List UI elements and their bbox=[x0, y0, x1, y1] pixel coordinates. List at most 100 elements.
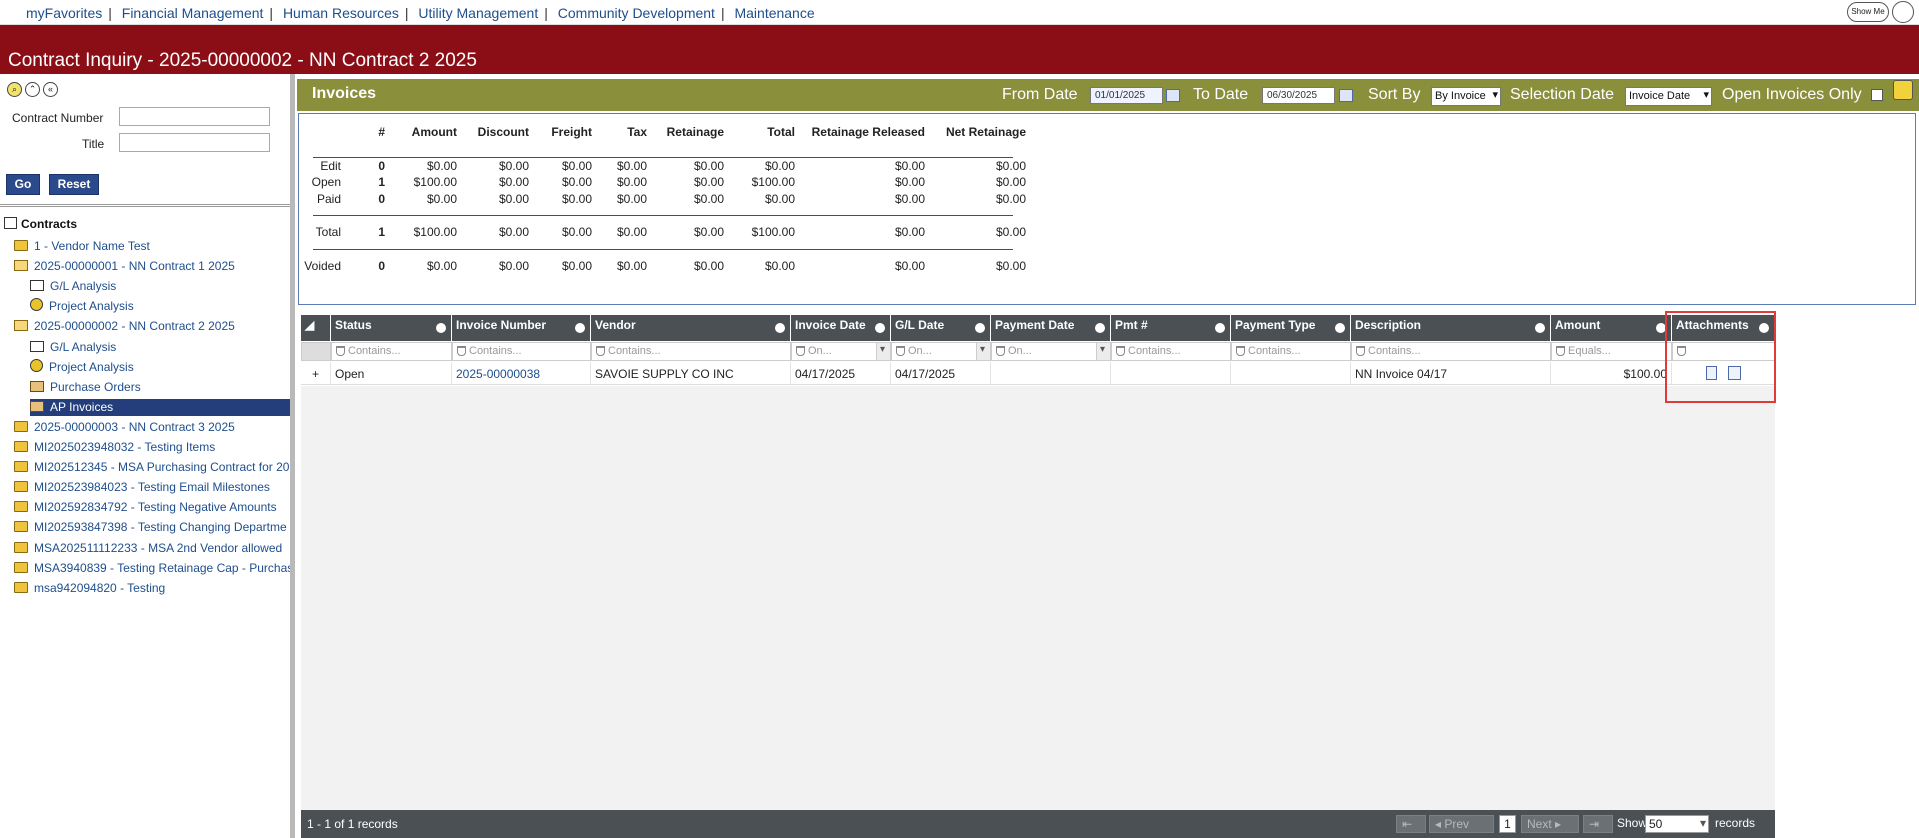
column-header[interactable]: Payment Date bbox=[991, 315, 1111, 341]
tree-item[interactable]: Project Analysis bbox=[30, 298, 134, 315]
tree-item[interactable]: 1 - Vendor Name Test bbox=[14, 238, 150, 255]
column-filter-input[interactable]: On... bbox=[991, 342, 1111, 361]
expand-row-button[interactable]: + bbox=[301, 362, 331, 385]
prev-page-button[interactable]: ◂ Prev bbox=[1429, 815, 1494, 833]
filter-icon[interactable] bbox=[1236, 346, 1245, 356]
filter-icon[interactable] bbox=[896, 346, 905, 356]
tree-item[interactable]: Purchase Orders bbox=[30, 379, 141, 396]
nav-financial-management[interactable]: Financial Management bbox=[122, 5, 264, 21]
nav-maintenance[interactable]: Maintenance bbox=[734, 5, 814, 21]
open-invoices-only-checkbox[interactable] bbox=[1871, 89, 1883, 101]
calendar-icon[interactable] bbox=[1339, 89, 1353, 102]
tree-item[interactable]: MI202512345 - MSA Purchasing Contract fo… bbox=[14, 459, 289, 476]
reset-button[interactable]: Reset bbox=[49, 174, 99, 195]
column-header[interactable]: Vendor bbox=[591, 315, 791, 341]
column-filter-input[interactable]: On... bbox=[791, 342, 891, 361]
selection-date-select[interactable]: Invoice Date bbox=[1625, 87, 1712, 106]
page-size-select[interactable]: 50 bbox=[1645, 815, 1709, 833]
gear-icon[interactable] bbox=[436, 323, 446, 333]
filter-icon[interactable] bbox=[457, 346, 466, 356]
nav-community-development[interactable]: Community Development bbox=[558, 5, 715, 21]
folder-icon bbox=[14, 542, 28, 553]
column-filter-input[interactable]: Contains... bbox=[331, 342, 452, 361]
gear-icon[interactable] bbox=[1215, 323, 1225, 333]
filter-icon[interactable] bbox=[796, 346, 805, 356]
column-header[interactable]: Pmt # bbox=[1111, 315, 1231, 341]
gear-icon[interactable] bbox=[1535, 323, 1545, 333]
tree-item[interactable]: MI202593847398 - Testing Changing Depart… bbox=[14, 519, 287, 536]
column-header[interactable]: Status bbox=[331, 315, 452, 341]
column-header[interactable]: Payment Type bbox=[1231, 315, 1351, 341]
tree-item[interactable]: MSA202511112233 - MSA 2nd Vendor allowed bbox=[14, 540, 282, 557]
filter-icon[interactable] bbox=[996, 346, 1005, 356]
nav-human-resources[interactable]: Human Resources bbox=[283, 5, 399, 21]
column-filter-input[interactable]: On... bbox=[891, 342, 991, 361]
next-page-button[interactable]: Next ▸ bbox=[1521, 815, 1579, 833]
invoice-grid: ◢ Status Contains... Invoice Number Contains… bbox=[301, 315, 1775, 838]
gear-icon[interactable] bbox=[1335, 323, 1345, 333]
gear-icon[interactable] bbox=[575, 323, 585, 333]
to-date-input[interactable]: 06/30/2025 bbox=[1262, 87, 1335, 104]
column-header[interactable]: Amount bbox=[1551, 315, 1672, 341]
gear-icon[interactable] bbox=[975, 323, 985, 333]
column-filter-input[interactable]: Contains... bbox=[1111, 342, 1231, 361]
title-input[interactable] bbox=[119, 133, 270, 152]
column-header[interactable]: Description bbox=[1351, 315, 1551, 341]
filter-dropdown-icon[interactable] bbox=[876, 343, 890, 360]
filter-icon[interactable] bbox=[1116, 346, 1125, 356]
gear-icon[interactable] bbox=[1095, 323, 1105, 333]
column-filter-input[interactable]: Contains... bbox=[452, 342, 591, 361]
go-button[interactable]: Go bbox=[6, 174, 40, 195]
tree-item[interactable]: MI202523984023 - Testing Email Milestone… bbox=[14, 479, 270, 496]
cell-invoice-number[interactable]: 2025-00000038 bbox=[452, 362, 591, 385]
filter-icon[interactable] bbox=[1356, 346, 1365, 356]
expand-all-icon[interactable]: ◢ bbox=[301, 315, 331, 341]
tree-item[interactable]: G/L Analysis bbox=[30, 339, 116, 356]
filter-dropdown-icon[interactable] bbox=[976, 343, 990, 360]
filter-icon[interactable] bbox=[1556, 346, 1565, 356]
tree-item[interactable]: MI202592834792 - Testing Negative Amount… bbox=[14, 499, 277, 516]
filter-icon[interactable] bbox=[336, 346, 345, 356]
column-header[interactable]: Invoice Date bbox=[791, 315, 891, 341]
calendar-icon[interactable] bbox=[1166, 89, 1180, 102]
show-me-button[interactable]: Show Me bbox=[1847, 2, 1889, 22]
gear-icon[interactable] bbox=[775, 323, 785, 333]
search-icon[interactable] bbox=[1892, 1, 1914, 23]
tree-item[interactable]: G/L Analysis bbox=[30, 278, 116, 295]
page-number[interactable]: 1 bbox=[1499, 815, 1516, 833]
tree-item[interactable]: MSA3940839 - Testing Retainage Cap - Pur… bbox=[14, 560, 293, 577]
notification-icon[interactable] bbox=[1893, 80, 1913, 100]
tree-item-label: G/L Analysis bbox=[50, 279, 117, 293]
column-filter-input[interactable]: Contains... bbox=[591, 342, 791, 361]
gear-icon[interactable] bbox=[875, 323, 885, 333]
from-date-input[interactable]: 01/01/2025 bbox=[1090, 87, 1163, 104]
column-header[interactable]: G/L Date bbox=[891, 315, 991, 341]
first-page-button[interactable]: ⇤ bbox=[1396, 815, 1426, 833]
collapse-left-icon[interactable]: « bbox=[43, 82, 58, 97]
summary-header: Retainage Released bbox=[811, 125, 925, 139]
tree-item[interactable]: MI2025023948032 - Testing Items bbox=[14, 439, 215, 456]
tree-item[interactable]: 2025-00000002 - NN Contract 2 2025 bbox=[14, 318, 235, 335]
tree-item[interactable]: msa942094820 - Testing bbox=[14, 580, 165, 597]
search-icon[interactable]: ⌕ bbox=[7, 82, 22, 97]
tree-root[interactable]: Contracts bbox=[4, 217, 77, 231]
tree-item[interactable]: Project Analysis bbox=[30, 359, 134, 376]
column-filter-input[interactable]: Contains... bbox=[1231, 342, 1351, 361]
tree-item[interactable]: 2025-00000001 - NN Contract 1 2025 bbox=[14, 258, 235, 275]
tree-item[interactable]: AP Invoices bbox=[30, 399, 290, 416]
contracts-icon bbox=[4, 217, 17, 229]
contract-number-input[interactable] bbox=[119, 107, 270, 126]
nav-utility-management[interactable]: Utility Management bbox=[418, 5, 538, 21]
last-page-button[interactable]: ⇥ bbox=[1583, 815, 1613, 833]
sort-by-select[interactable]: By Invoice bbox=[1431, 87, 1501, 106]
nav-myfavorites[interactable]: myFavorites bbox=[26, 5, 102, 21]
contract-number-label: Contract Number bbox=[12, 111, 104, 125]
filter-dropdown-icon[interactable] bbox=[1096, 343, 1110, 360]
filter-icon[interactable] bbox=[596, 346, 605, 356]
column-filter-input[interactable]: Equals... bbox=[1551, 342, 1672, 361]
column-filter-input[interactable]: Contains... bbox=[1351, 342, 1551, 361]
panel-splitter[interactable] bbox=[290, 74, 295, 838]
collapse-up-icon[interactable]: ⌃ bbox=[25, 82, 40, 97]
tree-item[interactable]: 2025-00000003 - NN Contract 3 2025 bbox=[14, 419, 235, 436]
column-header[interactable]: Invoice Number bbox=[452, 315, 591, 341]
